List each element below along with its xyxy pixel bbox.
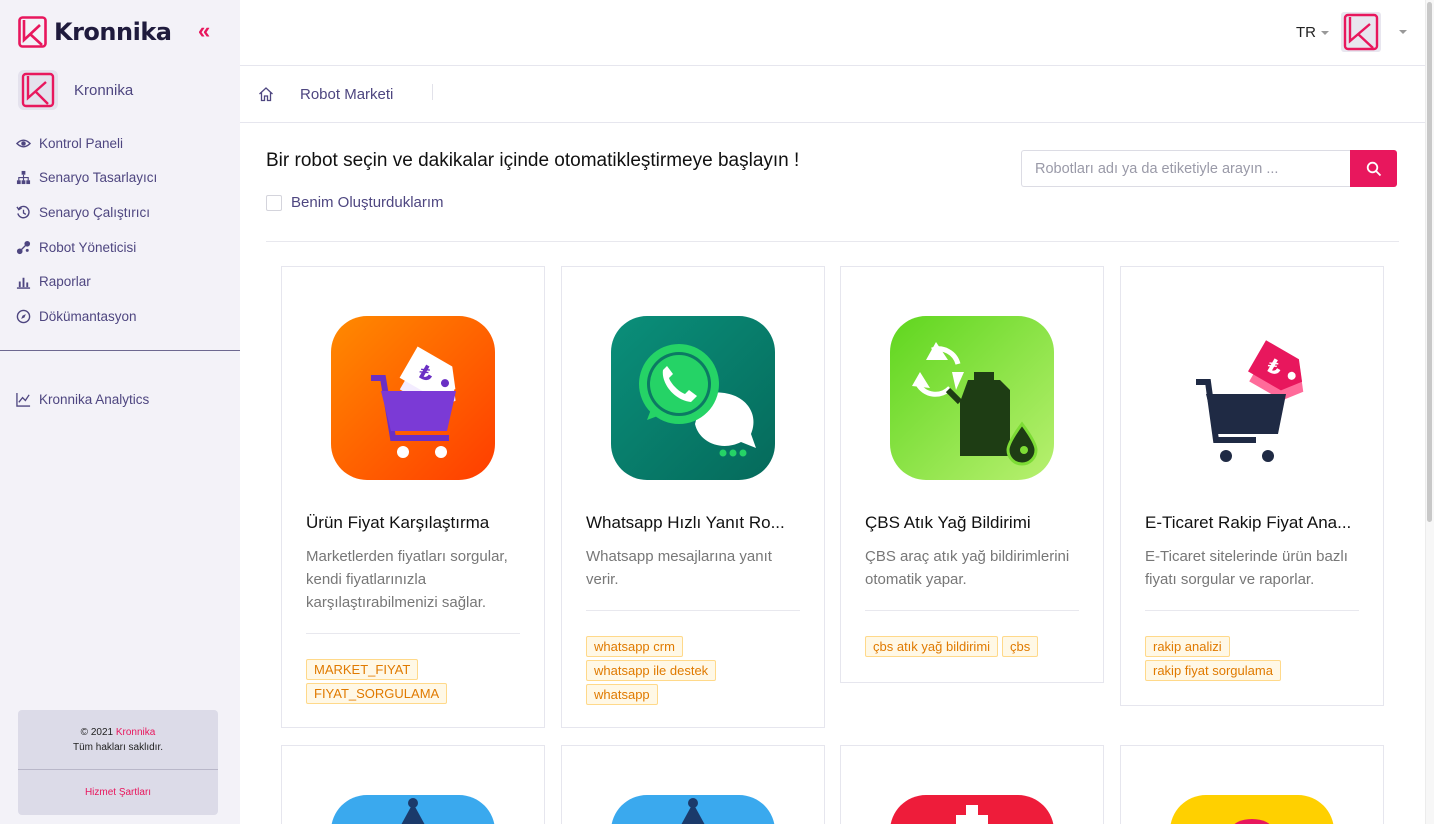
sidebar-item-raporlar[interactable]: Raporlar (16, 264, 157, 299)
robot-card-cbs-atik-yag[interactable]: ÇBS Atık Yağ Bildirimi ÇBS araç atık yağ… (840, 266, 1104, 683)
card-title: Ürün Fiyat Karşılaştırma (306, 513, 490, 532)
sidebar-item-label: Dökümantasyon (39, 308, 137, 324)
shopping-cart-price-tag-icon: ₺ (331, 316, 495, 480)
sidebar-item-senaryo-calistirici[interactable]: Senaryo Çalıştırıcı (16, 195, 157, 230)
card-tags: çbs atık yağ bildirimi çbs (865, 636, 1095, 660)
content-divider (266, 241, 1399, 242)
tag[interactable]: rakip analizi (1145, 636, 1230, 657)
sidebar-nav: Kontrol Paneli Senaryo Tasarlayıcı Senar… (16, 126, 157, 334)
sidebar-item-label: Kontrol Paneli (39, 135, 124, 151)
robot-card-whatsapp[interactable]: Whatsapp Hızlı Yanıt Ro... Whatsapp mesa… (561, 266, 825, 728)
breadcrumb: Robot Marketi (240, 66, 1425, 123)
robot-card-partial[interactable] (840, 745, 1104, 824)
user-menu-avatar[interactable] (1341, 12, 1381, 52)
footer-divider (18, 769, 218, 770)
robot-card-urun-fiyat[interactable]: ₺ Ürün Fiyat Karşılaştırma Marketlerden … (281, 266, 545, 728)
my-creations-checkbox[interactable] (266, 194, 282, 211)
medical-cross-icon (890, 795, 1054, 824)
sidebar-item-senaryo-tasarlayici[interactable]: Senaryo Tasarlayıcı (16, 161, 157, 196)
card-divider (586, 610, 800, 611)
collapse-sidebar-icon[interactable]: « (198, 18, 210, 44)
card-title: E-Ticaret Rakip Fiyat Ana... (1145, 513, 1352, 532)
tag[interactable]: çbs atık yağ bildirimi (865, 636, 999, 657)
bar-chart-icon (16, 277, 31, 289)
kronnika-avatar-icon (1343, 13, 1379, 51)
whatsapp-chat-icon (611, 316, 775, 480)
card-title: Whatsapp Hızlı Yanıt Ro... (586, 513, 785, 532)
card-divider (306, 633, 520, 634)
avatar (18, 70, 58, 110)
card-description: Whatsapp mesajlarına yanıt verir. (586, 548, 772, 588)
tag[interactable]: MARKET_FIYAT (306, 659, 419, 680)
search-input[interactable] (1021, 150, 1350, 187)
page-title: Bir robot seçin ve dakikalar içinde otom… (266, 150, 800, 171)
sitemap-icon (16, 171, 31, 185)
sidebar-footer: © 2021 Kronnika Tüm hakları saklıdır. Hi… (18, 710, 218, 815)
breadcrumb-current: Robot Marketi (300, 86, 394, 103)
card-description: Marketlerden fiyatları sorgular, kendi f… (306, 548, 508, 611)
sidebar-item-label: Senaryo Çalıştırıcı (39, 204, 151, 220)
eye-icon (16, 139, 31, 148)
sidebar-item-label: Senaryo Tasarlayıcı (39, 170, 158, 186)
robot-card-e-ticaret-rakip[interactable]: ₺ E-Ticaret Rakip Fiyat Ana... E-Ticaret… (1120, 266, 1384, 706)
card-title: ÇBS Atık Yağ Bildirimi (865, 513, 1031, 532)
card-tags: whatsapp crm whatsapp ile destek whatsap… (586, 636, 816, 708)
language-label: TR (1296, 24, 1316, 41)
tag[interactable]: FIYAT_SORGULAMA (306, 683, 448, 704)
robot-card-partial[interactable] (1120, 745, 1384, 824)
top-bar: TR (240, 0, 1425, 66)
tag[interactable]: çbs (1002, 636, 1039, 657)
robot-search (1021, 150, 1397, 187)
card-description: E-Ticaret sitelerinde ürün bazlı fiyatı … (1145, 548, 1348, 588)
card-tags: rakip analizi rakip fiyat sorgulama (1145, 636, 1375, 684)
robot-card-partial[interactable] (281, 745, 545, 824)
sidebar-item-kontrol-paneli[interactable]: Kontrol Paneli (16, 126, 157, 161)
tag[interactable]: whatsapp crm (586, 636, 683, 657)
footer-brand-link[interactable]: Kronnika (116, 727, 155, 738)
sidebar-item-label: Kronnika Analytics (39, 391, 150, 407)
sidebar-item-kronnika-analytics[interactable]: Kronnika Analytics (16, 382, 149, 417)
sidebar-item-robot-yoneticisi[interactable]: Robot Yöneticisi (16, 230, 157, 265)
copyright-year: © 2021 (80, 727, 114, 738)
nodes-icon (16, 240, 31, 254)
card-tags: MARKET_FIYAT FIYAT_SORGULAMA (306, 659, 536, 707)
brand-name: Kronnika (54, 18, 172, 46)
robot-app-icon (331, 795, 495, 824)
card-description: ÇBS araç atık yağ bildirimlerini otomati… (865, 548, 1070, 588)
sidebar-item-label: Robot Yöneticisi (39, 239, 137, 255)
my-creations-filter[interactable]: Benim Oluşturduklarım (266, 194, 444, 211)
home-icon[interactable] (258, 86, 274, 102)
robot-app-icon (611, 795, 775, 824)
kronnika-logo-icon (18, 16, 47, 48)
checkbox-label: Benim Oluşturduklarım (291, 194, 444, 211)
recycle-oil-canister-icon (890, 316, 1054, 480)
line-chart-icon (16, 392, 31, 407)
breadcrumb-divider (432, 84, 433, 100)
brand-logo[interactable]: Kronnika (18, 16, 172, 48)
robot-app-icon (1170, 795, 1334, 824)
history-icon (16, 205, 30, 219)
sidebar-divider (0, 350, 240, 351)
robot-card-partial[interactable] (561, 745, 825, 824)
chevron-down-icon[interactable] (1399, 30, 1407, 34)
tag[interactable]: whatsapp ile destek (586, 660, 717, 681)
user-profile[interactable]: Kronnika (18, 70, 133, 110)
language-selector[interactable]: TR (1296, 24, 1329, 41)
tag[interactable]: rakip fiyat sorgulama (1145, 660, 1281, 681)
search-icon (1366, 161, 1381, 176)
cart-price-tag-icon: ₺ (1170, 316, 1334, 480)
rights-text: Tüm hakları saklıdır. (72, 742, 164, 753)
card-divider (1145, 610, 1359, 611)
chevron-down-icon (1321, 31, 1329, 36)
sidebar-item-dokumantasyon[interactable]: Dökümantasyon (16, 299, 157, 334)
user-name: Kronnika (74, 81, 134, 99)
sidebar-item-label: Raporlar (39, 274, 91, 290)
search-button[interactable] (1350, 150, 1397, 187)
terms-link[interactable]: Hizmet Şartları (18, 787, 218, 798)
card-divider (865, 610, 1079, 611)
scrollbar-thumb[interactable] (1427, 2, 1432, 522)
compass-icon (16, 309, 31, 324)
tag[interactable]: whatsapp (586, 684, 658, 705)
sidebar: Kronnika « Kronnika Kontrol Paneli Senar… (0, 0, 240, 824)
